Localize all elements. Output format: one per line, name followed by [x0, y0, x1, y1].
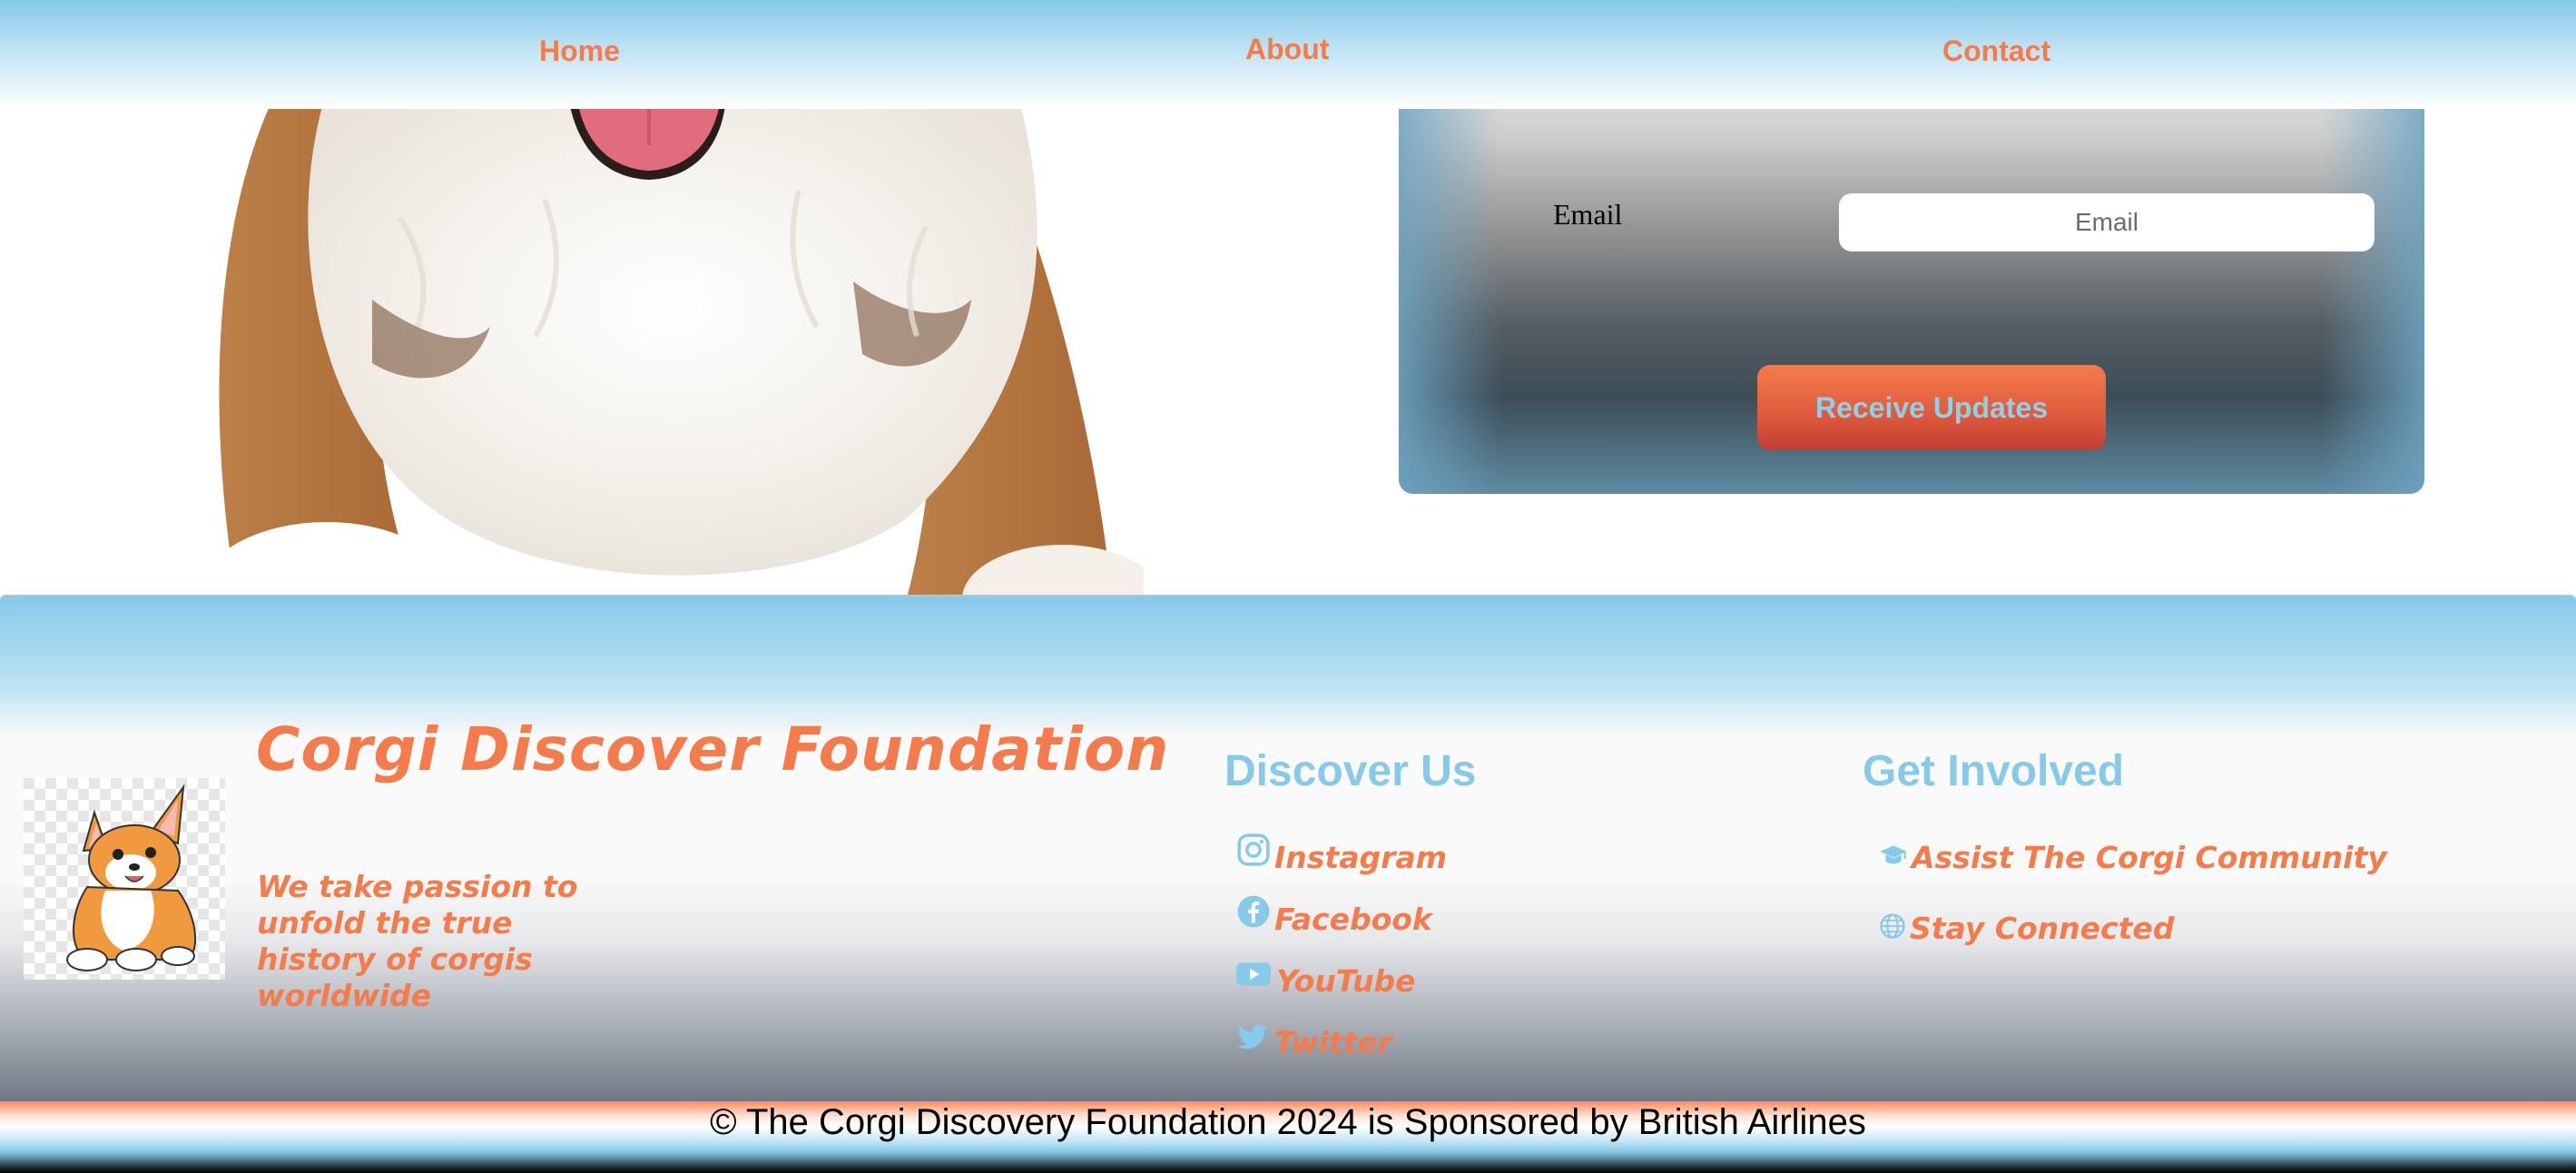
site-footer: Corgi Discover Foundation We take passio… [0, 595, 2576, 1103]
youtube-label: YouTube [1276, 963, 1416, 999]
facebook-icon [1237, 895, 1270, 927]
email-input[interactable] [1839, 193, 2374, 251]
top-nav: Home About Contact [0, 0, 2576, 109]
discover-us-heading: Discover Us [1224, 747, 1477, 795]
facebook-link[interactable]: Facebook [1236, 885, 1432, 937]
facebook-label: Facebook [1274, 902, 1432, 937]
globe-icon [1880, 912, 1905, 939]
nav-about-link[interactable]: About [1245, 33, 1329, 66]
stay-connected-link[interactable]: Stay Connected [1879, 905, 2174, 946]
footer-tagline: We take passion to unfold the true histo… [257, 869, 578, 1013]
youtube-icon [1236, 961, 1271, 986]
receive-updates-button[interactable]: Receive Updates [1757, 365, 2106, 450]
assist-community-link[interactable]: Assist The Corgi Community [1879, 834, 2387, 875]
copyright-text: © The Corgi Discovery Foundation 2024 is… [710, 1102, 1866, 1142]
graduation-cap-icon [1880, 844, 1907, 863]
twitter-label: Twitter [1274, 1025, 1392, 1060]
assist-community-label: Assist The Corgi Community [1912, 840, 2387, 875]
twitter-link[interactable]: Twitter [1234, 1012, 1392, 1060]
youtube-link[interactable]: YouTube [1234, 949, 1416, 999]
corgi-photo [218, 91, 1144, 595]
get-involved-heading: Get Involved [1863, 747, 2125, 795]
stay-connected-label: Stay Connected [1910, 911, 2175, 946]
footer-brand-title: Corgi Discover Foundation [256, 715, 1170, 784]
email-label: Email [1553, 198, 1623, 231]
instagram-label: Instagram [1274, 840, 1448, 875]
signup-card: Email Receive Updates [1399, 54, 2424, 494]
nav-home-link[interactable]: Home [539, 34, 620, 68]
twitter-icon [1237, 1024, 1268, 1049]
instagram-icon [1237, 833, 1270, 866]
nav-contact-link[interactable]: Contact [1942, 34, 2050, 68]
corgi-logo [24, 778, 225, 980]
instagram-link[interactable]: Instagram [1236, 823, 1447, 875]
